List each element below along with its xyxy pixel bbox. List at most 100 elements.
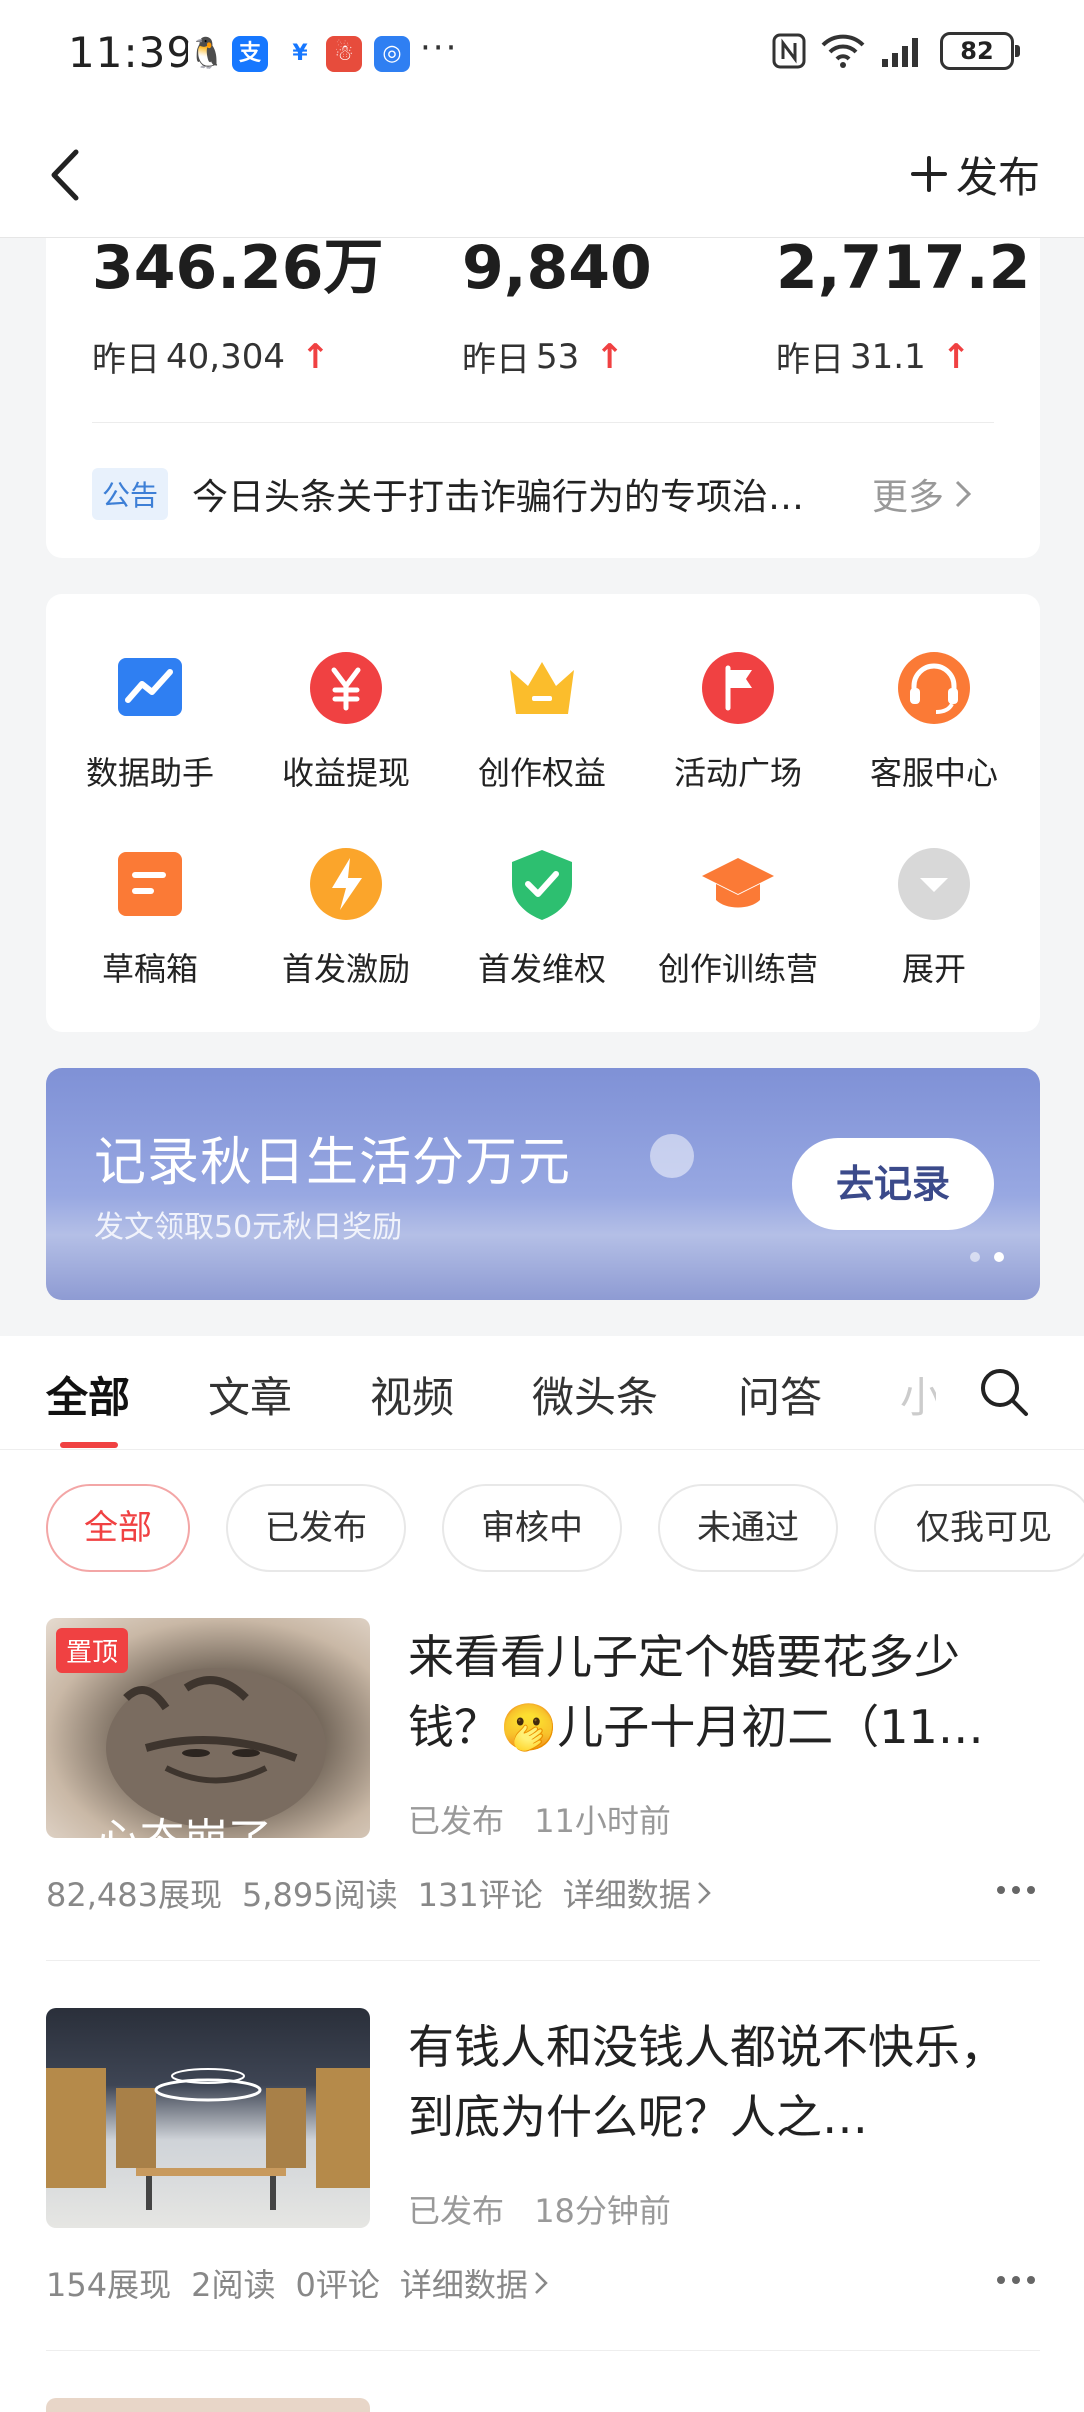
- stat-views[interactable]: 346.26万 昨日 40,304 ↑: [92, 238, 384, 381]
- article-stats: 154展现 2阅读 0评论 详细数据: [46, 2260, 548, 2306]
- tool-label: 首发激励: [281, 950, 410, 988]
- tool-customer-service[interactable]: 客服中心: [844, 650, 1024, 794]
- draft-icon: [112, 846, 188, 922]
- content-tabs: 全部 文章 视频 微头条 问答 小: [0, 1336, 1084, 1450]
- tool-label: 草稿箱: [101, 950, 198, 988]
- search-icon: [981, 1369, 1028, 1416]
- tool-data-assistant[interactable]: 数据助手: [60, 650, 240, 794]
- flag-icon: [700, 650, 776, 726]
- stat-yesterday-label: 昨日: [92, 340, 160, 380]
- reads: 2阅读: [191, 2266, 276, 2304]
- impressions: 82,483展现: [46, 1876, 222, 1914]
- tab-micro-posts[interactable]: 微头条: [532, 1364, 658, 1425]
- notice-more-link[interactable]: 更多: [872, 468, 972, 520]
- library-image: [46, 2068, 370, 2210]
- divider: [46, 2350, 1040, 2351]
- stat-yesterday-label: 昨日: [462, 340, 530, 380]
- next-article-thumbnail: [46, 2398, 370, 2412]
- chevron-right-icon: [697, 1882, 711, 1904]
- chevron-right-icon: [955, 480, 972, 508]
- banner-title: 记录秋日生活分万元: [94, 1133, 572, 1193]
- tool-first-publish-protection[interactable]: 首发维权: [452, 846, 632, 990]
- publish-button[interactable]: 发布: [910, 144, 1040, 204]
- filter-under-review[interactable]: 审核中: [442, 1484, 622, 1572]
- search-button[interactable]: [978, 1366, 1030, 1418]
- tab-videos[interactable]: 视频: [370, 1364, 454, 1425]
- more-horizontal-icon: [997, 2276, 1035, 2284]
- alipay-icon: 支: [232, 36, 268, 72]
- tool-first-publish-incentive[interactable]: 首发激励: [256, 846, 436, 990]
- headset-icon: [896, 650, 972, 726]
- tools-grid: 数据助手 收益提现 创作权益 活动广场 客服中心 草稿箱 首发激励 首发维权 创…: [46, 594, 1040, 1032]
- tool-label: 数据助手: [85, 754, 214, 792]
- stat-value: 2,717.2: [776, 233, 1031, 303]
- tool-income-withdraw[interactable]: 收益提现: [256, 650, 436, 794]
- stat-income[interactable]: 2,717.2 昨日 31.1 ↑: [776, 238, 1030, 381]
- stat-fans[interactable]: 9,840 昨日 53 ↑: [462, 238, 652, 381]
- tool-drafts[interactable]: 草稿箱: [60, 846, 240, 990]
- publish-label: 发布: [955, 152, 1040, 202]
- more-options-button[interactable]: [996, 2270, 1036, 2290]
- pinned-badge: 置顶: [56, 1628, 129, 1673]
- arrow-up-icon: ↑: [941, 336, 971, 377]
- shield-check-icon: [504, 846, 580, 922]
- browser-icon: ◎: [374, 36, 410, 72]
- tab-all[interactable]: 全部: [46, 1364, 130, 1425]
- nfc-icon: [772, 33, 806, 69]
- article-thumbnail[interactable]: [46, 2008, 370, 2228]
- tab-more[interactable]: 小: [900, 1364, 936, 1425]
- comments: 131评论: [417, 1876, 543, 1914]
- thumbnail-caption: 心态崩了: [96, 1804, 272, 1838]
- tool-creator-training-camp[interactable]: 创作训练营: [648, 846, 828, 990]
- tool-label: 展开: [901, 950, 966, 988]
- detail-label: 详细数据: [562, 1876, 691, 1914]
- article-status-line: 已发布 11小时前: [408, 1796, 671, 1842]
- tab-qa[interactable]: 问答: [738, 1364, 822, 1425]
- stat-yesterday-value: 53: [536, 336, 580, 377]
- filter-all[interactable]: 全部: [46, 1484, 190, 1572]
- banner-record-button[interactable]: 去记录: [792, 1138, 994, 1230]
- lightning-icon: [308, 846, 384, 922]
- article-title[interactable]: 有钱人和没钱人都说不快乐，到底为什么呢？人之…: [408, 2012, 1028, 2152]
- article-stats: 82,483展现 5,895阅读 131评论 详细数据: [46, 1870, 711, 1916]
- tool-label: 创作训练营: [657, 950, 818, 988]
- battery-icon: 82: [940, 32, 1020, 70]
- detail-data-link[interactable]: 详细数据: [563, 1870, 711, 1916]
- filter-published[interactable]: 已发布: [226, 1484, 406, 1572]
- tool-label: 创作权益: [477, 754, 606, 792]
- detail-data-link[interactable]: 详细数据: [400, 2260, 548, 2306]
- article-title[interactable]: 来看看儿子定个婚要花多少钱？🫢儿子十月初二（11…: [408, 1622, 1028, 1762]
- more-notifications-icon: ···: [420, 28, 459, 68]
- qq-icon: 🐧: [188, 36, 226, 72]
- yuan-icon: [308, 650, 384, 726]
- graduation-cap-icon: [700, 846, 776, 922]
- tool-label: 收益提现: [281, 754, 410, 792]
- filter-private[interactable]: 仅我可见: [874, 1484, 1084, 1572]
- article-status: 已发布: [408, 1802, 505, 1840]
- stat-yesterday-value: 40,304: [166, 336, 285, 377]
- more-options-button[interactable]: [996, 1880, 1036, 1900]
- article-time: 18分钟前: [534, 2192, 671, 2230]
- nav-bar: 发布: [0, 112, 1084, 238]
- promo-banner[interactable]: 记录秋日生活分万元 发文领取50元秋日奖励 去记录: [46, 1068, 1040, 1300]
- tab-active-indicator: [60, 1442, 118, 1448]
- filter-rejected[interactable]: 未通过: [658, 1484, 838, 1572]
- tool-creator-rights[interactable]: 创作权益: [452, 650, 632, 794]
- banner-decoration: [650, 1134, 694, 1178]
- article-thumbnail[interactable]: 置顶 心态崩了: [46, 1618, 370, 1838]
- notice-row[interactable]: 公告 今日头条关于打击诈骗行为的专项治… 更多: [92, 466, 1000, 522]
- content-list: 全部 文章 视频 微头条 问答 小 全部 已发布 审核中 未通过 仅我可见 置顶…: [0, 1336, 1084, 2412]
- divider: [92, 422, 994, 423]
- tool-activity-plaza[interactable]: 活动广场: [648, 650, 828, 794]
- signal-icon: [882, 38, 918, 67]
- arrow-up-icon: ↑: [595, 336, 624, 377]
- tool-expand[interactable]: 展开: [844, 846, 1024, 990]
- back-button[interactable]: [40, 142, 100, 208]
- chevron-right-icon: [534, 2272, 548, 2294]
- wifi-icon: [821, 34, 865, 68]
- article-status-line: 已发布 18分钟前: [408, 2186, 671, 2232]
- tab-articles[interactable]: 文章: [208, 1364, 292, 1425]
- carousel-dot: [970, 1252, 980, 1262]
- expand-icon: [896, 846, 972, 922]
- stat-value: 346.26万: [92, 233, 384, 303]
